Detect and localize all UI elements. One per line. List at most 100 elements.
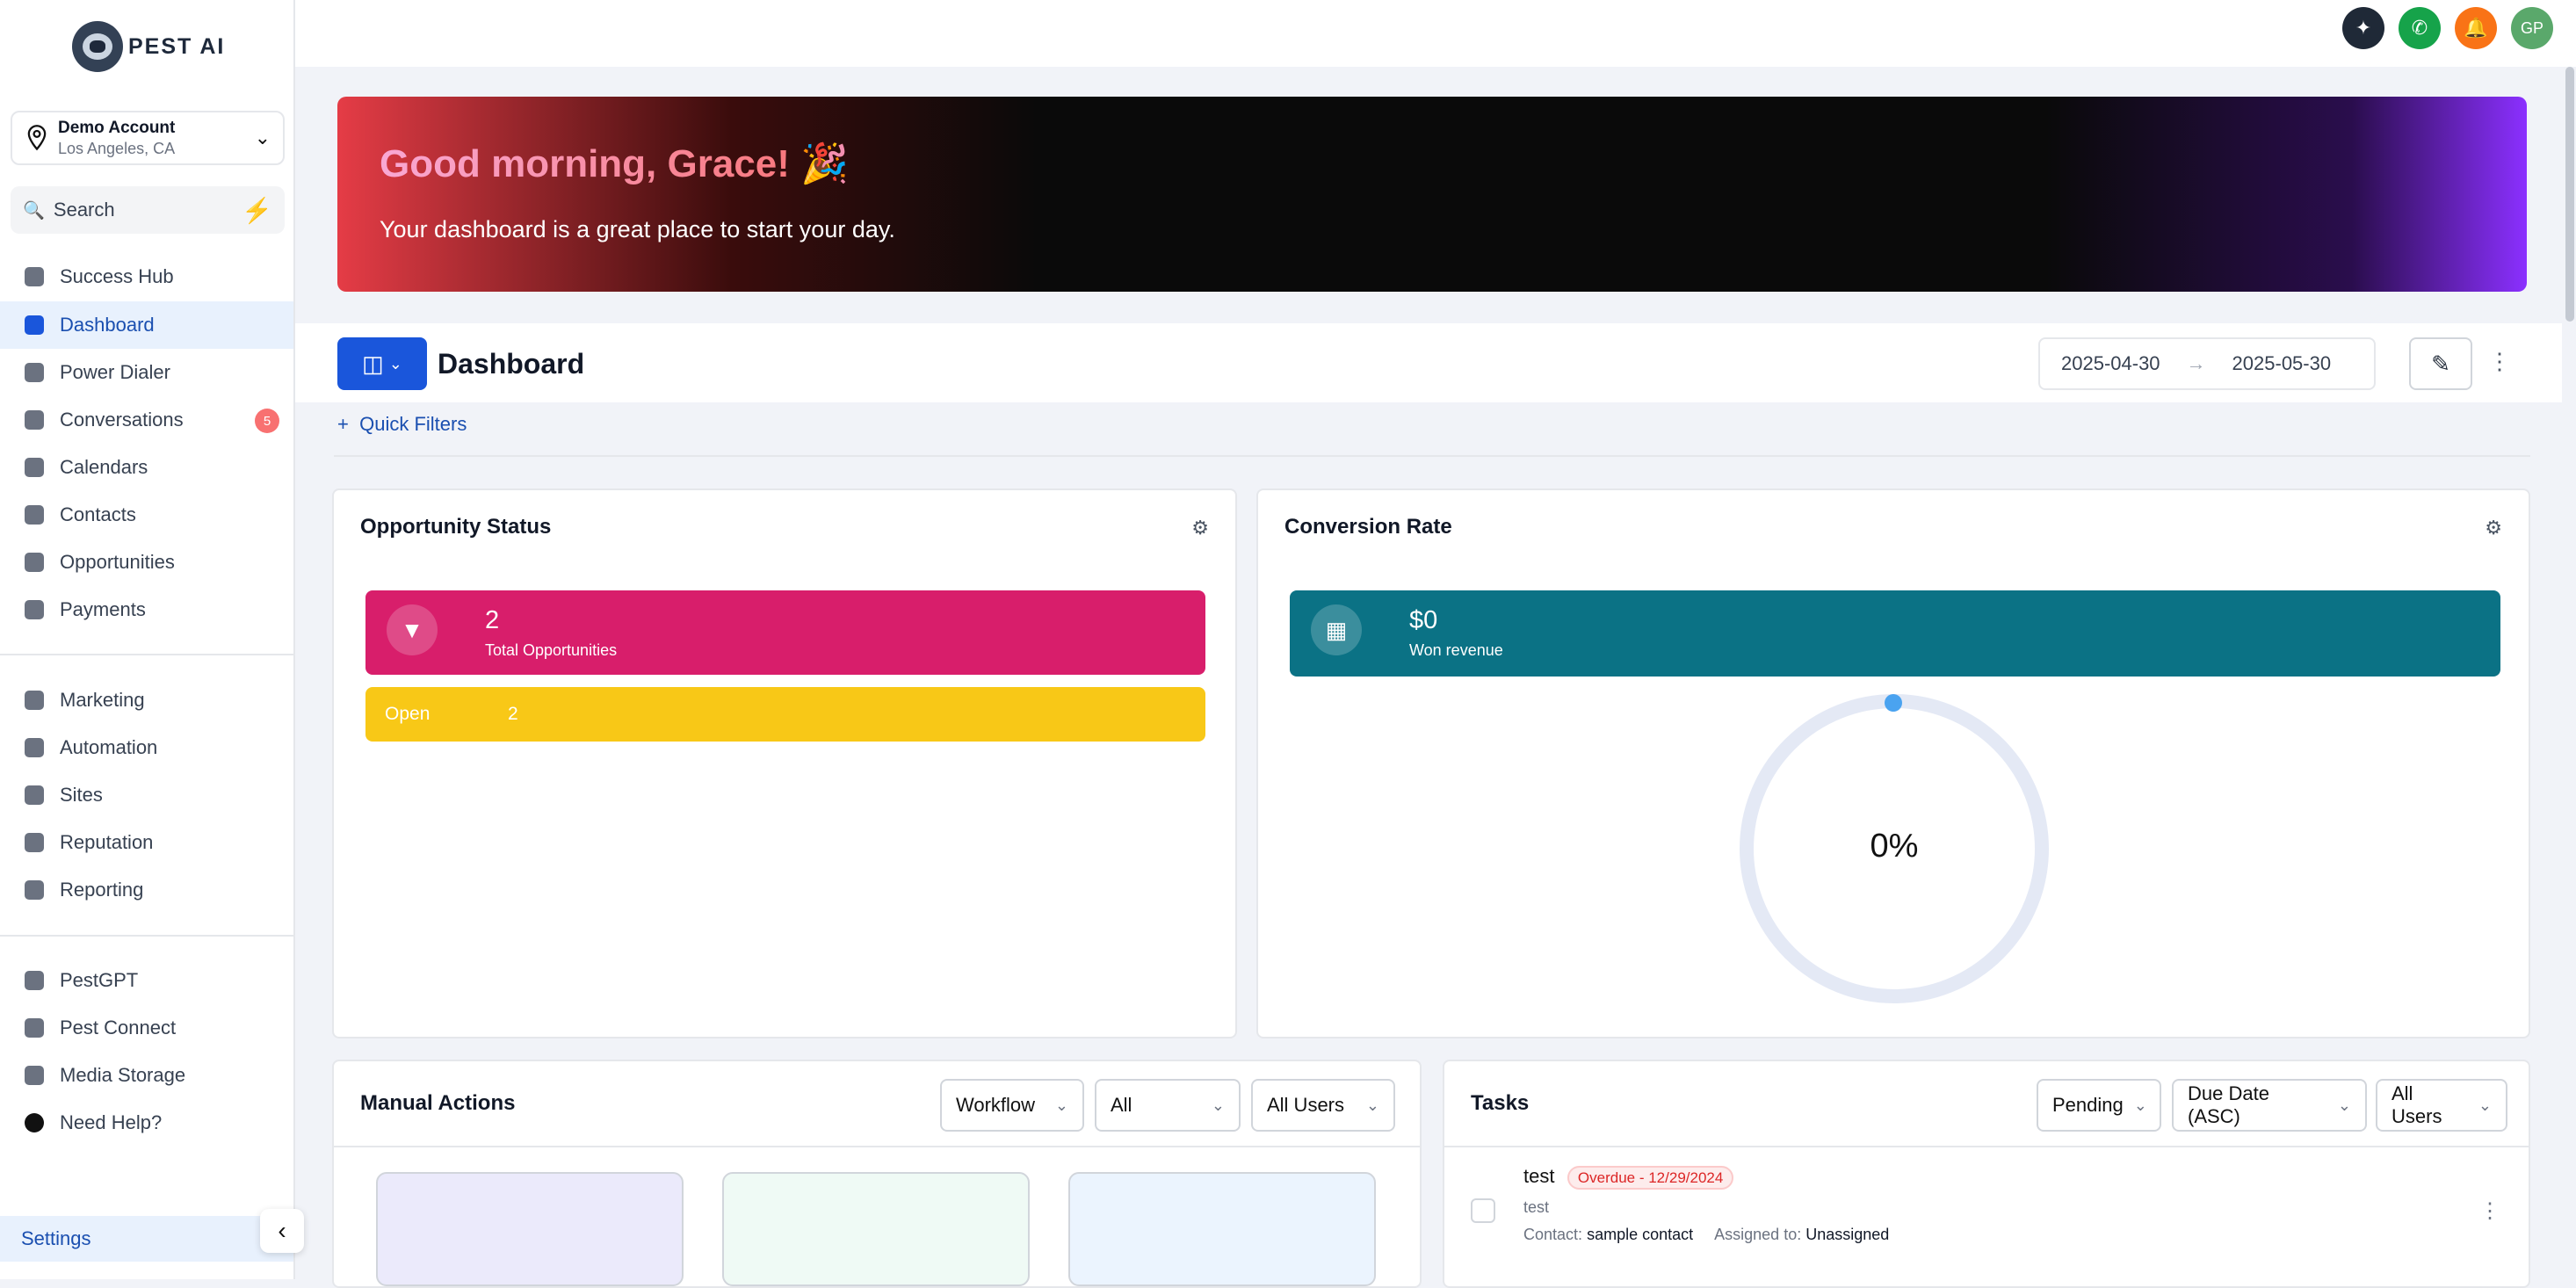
select-value: Workflow bbox=[956, 1094, 1036, 1116]
chevron-down-icon: ⌄ bbox=[2133, 1096, 2147, 1114]
nav-label: Calendars bbox=[60, 456, 148, 478]
bell-icon: 🔔 bbox=[2464, 17, 2488, 39]
sidebar-item-reporting[interactable]: Reporting bbox=[0, 866, 293, 914]
avatar[interactable]: GP bbox=[2511, 7, 2553, 49]
welcome-banner: Good morning, Grace! 🎉 Your dashboard is… bbox=[337, 97, 2527, 292]
users-filter-select[interactable]: All Users ⌄ bbox=[1251, 1079, 1395, 1132]
chevron-down-icon: ⌄ bbox=[1211, 1096, 1225, 1114]
date-range-picker[interactable]: 2025-04-30 → 2025-05-30 bbox=[2038, 337, 2376, 390]
funnel-icon: ▼ bbox=[387, 604, 438, 655]
grid-icon bbox=[25, 315, 44, 335]
phone-button[interactable]: ✆ bbox=[2399, 7, 2441, 49]
gear-icon bbox=[25, 738, 44, 757]
account-switcher[interactable]: Demo Account Los Angeles, CA ⌄ bbox=[11, 111, 285, 165]
open-label: Open bbox=[385, 704, 431, 724]
more-options-icon[interactable]: ⋮ bbox=[2488, 348, 2511, 375]
sidebar-item-need-help[interactable]: Need Help? bbox=[0, 1099, 293, 1147]
page-scrollbar[interactable] bbox=[2565, 67, 2574, 322]
manual-action-tile[interactable] bbox=[1068, 1172, 1376, 1286]
task-body: test bbox=[1523, 1198, 1550, 1216]
manual-action-tile[interactable] bbox=[376, 1172, 684, 1286]
page-title: Dashboard bbox=[438, 348, 585, 380]
task-sort-select[interactable]: Due Date (ASC) ⌄ bbox=[2172, 1079, 2367, 1132]
dashboard-switcher-button[interactable]: ◫ ⌄ bbox=[337, 337, 427, 390]
won-revenue-tile[interactable]: ▦ $0 Won revenue bbox=[1290, 590, 2500, 677]
location-pin-icon bbox=[27, 125, 47, 151]
card-title: Manual Actions bbox=[360, 1091, 516, 1115]
sidebar-item-conversations[interactable]: Conversations 5 bbox=[0, 396, 293, 444]
sparkle-button[interactable]: ✦ bbox=[2342, 7, 2384, 49]
sidebar-item-opportunities[interactable]: Opportunities bbox=[0, 539, 293, 586]
task-contact[interactable]: sample contact bbox=[1587, 1226, 1693, 1243]
task-more-icon[interactable]: ⋮ bbox=[2479, 1198, 2500, 1224]
search-box[interactable]: 🔍 Search ⚡ bbox=[11, 186, 285, 234]
funnel-icon bbox=[25, 553, 44, 572]
nav-label: Payments bbox=[60, 598, 146, 620]
sidebar-item-settings[interactable]: Settings bbox=[0, 1216, 293, 1262]
task-users-select[interactable]: All Users ⌄ bbox=[2376, 1079, 2507, 1132]
nav-label: Pest Connect bbox=[60, 1017, 177, 1038]
calendar-icon bbox=[25, 458, 44, 477]
nav-label: Reputation bbox=[60, 831, 154, 853]
sidebar-item-success-hub[interactable]: Success Hub bbox=[0, 253, 293, 300]
notifications-button[interactable]: 🔔 bbox=[2455, 7, 2497, 49]
sidebar-item-power-dialer[interactable]: Power Dialer bbox=[0, 349, 293, 396]
nav-label: Need Help? bbox=[60, 1111, 163, 1133]
total-opportunities-tile[interactable]: ▼ 2 Total Opportunities bbox=[365, 590, 1205, 675]
overdue-badge: Overdue - 12/29/2024 bbox=[1567, 1166, 1734, 1190]
sidebar-item-pestgpt[interactable]: PestGPT bbox=[0, 957, 293, 1004]
date-to[interactable]: 2025-05-30 bbox=[2232, 352, 2332, 375]
sidebar-item-media-storage[interactable]: Media Storage bbox=[0, 1052, 293, 1099]
sidebar-item-marketing[interactable]: Marketing bbox=[0, 677, 293, 724]
search-input[interactable]: Search bbox=[54, 199, 242, 221]
search-icon: 🔍 bbox=[23, 200, 45, 221]
chevron-down-icon: ⌄ bbox=[1365, 1096, 1379, 1114]
won-revenue-value: $0 bbox=[1409, 606, 1438, 634]
opportunity-status-card: Opportunity Status ⚙ ▼ 2 Total Opportuni… bbox=[332, 488, 1237, 1038]
greeting: Good morning, Grace! 🎉 bbox=[380, 141, 849, 186]
sidebar-item-pest-connect[interactable]: Pest Connect bbox=[0, 1004, 293, 1052]
top-bar: ✦ ✆ 🔔 GP bbox=[295, 0, 2576, 67]
workflow-filter-select[interactable]: Workflow ⌄ bbox=[940, 1079, 1084, 1132]
account-location: Los Angeles, CA bbox=[58, 139, 176, 157]
brand-logo[interactable]: PEST AI bbox=[72, 21, 225, 72]
task-status-select[interactable]: Pending ⌄ bbox=[2037, 1079, 2161, 1132]
image-icon bbox=[25, 1066, 44, 1085]
sidebar-item-sites[interactable]: Sites bbox=[0, 771, 293, 819]
sidebar-item-contacts[interactable]: Contacts bbox=[0, 491, 293, 539]
open-value: 2 bbox=[508, 704, 518, 724]
megaphone-icon bbox=[25, 691, 44, 710]
collapse-sidebar-button[interactable]: ‹ bbox=[260, 1209, 304, 1253]
sidebar-item-reputation[interactable]: Reputation bbox=[0, 819, 293, 866]
sidebar-item-dashboard[interactable]: Dashboard bbox=[0, 301, 293, 349]
contact-label: Contact: bbox=[1523, 1226, 1583, 1243]
gauge-marker bbox=[1885, 694, 1902, 712]
date-from[interactable]: 2025-04-30 bbox=[2061, 352, 2160, 375]
nav-label: Conversations bbox=[60, 409, 184, 431]
greeting-subtitle: Your dashboard is a great place to start… bbox=[380, 216, 895, 242]
star-icon bbox=[25, 833, 44, 852]
party-icon: 🎉 bbox=[800, 142, 849, 185]
open-opportunities-row[interactable]: Open 2 bbox=[365, 687, 1205, 742]
card-title: Conversion Rate bbox=[1284, 515, 1452, 539]
won-revenue-label: Won revenue bbox=[1409, 641, 1503, 659]
lightning-icon[interactable]: ⚡ bbox=[242, 196, 272, 225]
quick-filters-button[interactable]: + Quick Filters bbox=[337, 413, 467, 436]
nav-label: Marketing bbox=[60, 689, 145, 711]
task-checkbox[interactable] bbox=[1471, 1198, 1495, 1223]
quick-filters-label: Quick Filters bbox=[359, 413, 467, 435]
divider bbox=[334, 1146, 1420, 1147]
connect-icon bbox=[25, 1018, 44, 1038]
sidebar-item-payments[interactable]: Payments bbox=[0, 586, 293, 633]
wallet-icon: ▦ bbox=[1311, 604, 1362, 655]
task-item[interactable]: test Overdue - 12/29/2024 test Contact: … bbox=[1523, 1165, 2490, 1244]
edit-dashboard-button[interactable]: ✎ bbox=[2409, 337, 2472, 390]
settings-sliders-icon[interactable]: ⚙ bbox=[1191, 517, 1209, 539]
nav-label: Opportunities bbox=[60, 551, 175, 573]
settings-sliders-icon[interactable]: ⚙ bbox=[2485, 517, 2502, 539]
select-value: Pending bbox=[2052, 1094, 2124, 1116]
manual-action-tile[interactable] bbox=[722, 1172, 1030, 1286]
sidebar-item-automation[interactable]: Automation bbox=[0, 724, 293, 771]
sidebar-item-calendars[interactable]: Calendars bbox=[0, 444, 293, 491]
status-filter-select[interactable]: All ⌄ bbox=[1095, 1079, 1241, 1132]
